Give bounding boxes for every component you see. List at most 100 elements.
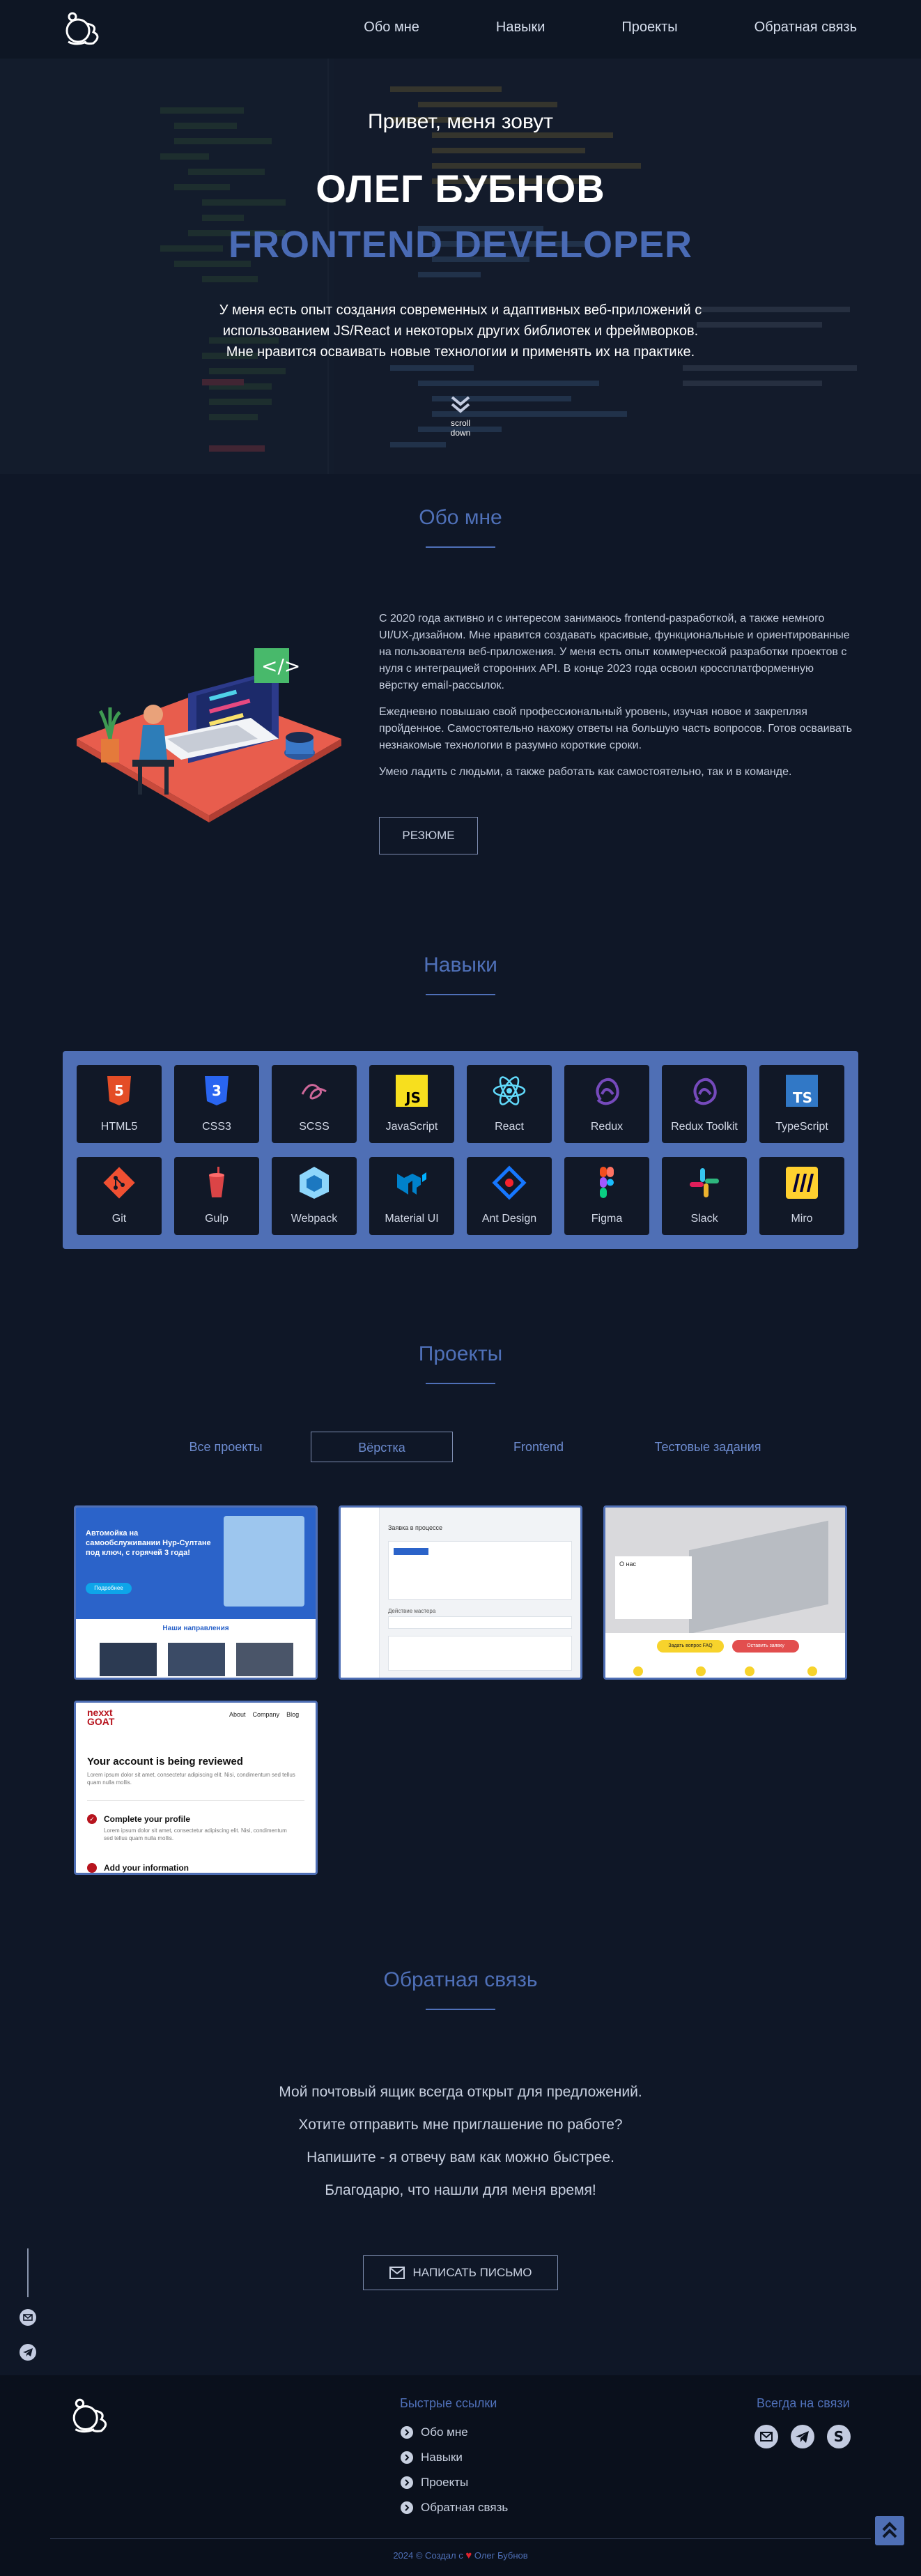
nav-link-projects[interactable]: Проекты [621, 20, 677, 36]
skill-label: React [495, 1121, 524, 1133]
skill-card-html5: 5 HTML5 [77, 1065, 162, 1143]
footer-link-projects[interactable]: Проекты [400, 2476, 468, 2490]
logo-icon[interactable] [63, 10, 105, 49]
scroll-down-link[interactable]: scroll down [440, 394, 481, 438]
gulp-icon [209, 1167, 224, 1197]
project-preview-step-title: Complete your profile [104, 1814, 191, 1824]
material-ui-icon [397, 1172, 426, 1195]
miro-icon [786, 1167, 818, 1199]
typescript-icon: TS [786, 1075, 818, 1107]
project-preview-heading: О нас [619, 1561, 636, 1567]
svg-text:3: 3 [212, 1082, 222, 1099]
skill-label: Miro [791, 1213, 813, 1225]
tab-frontend[interactable]: Frontend [492, 1432, 585, 1462]
project-preview-divider [87, 1800, 304, 1801]
footer-link-contact[interactable]: Обратная связь [400, 2501, 508, 2515]
project-preview-thumb [100, 1643, 157, 1676]
skill-label: TypeScript [775, 1121, 828, 1133]
project-preview-subheading: Действие мастера [388, 1608, 436, 1614]
chevrons-down-icon [451, 396, 470, 413]
project-card-dashboard[interactable]: Заявка в процессе Действие мастера [339, 1505, 582, 1680]
skill-label: SCSS [299, 1121, 330, 1133]
skill-label: Git [111, 1213, 127, 1225]
project-preview-subheading: Наши направления [162, 1625, 229, 1632]
project-card-carwash[interactable]: Автомойка на самообслуживании Нур-Султан… [74, 1505, 318, 1680]
svg-text:5: 5 [114, 1082, 124, 1099]
footer-links-title: Быстрые ссылки [400, 2396, 497, 2410]
skill-label: Material UI [385, 1213, 439, 1225]
footer-telegram-icon[interactable] [790, 2424, 815, 2449]
chevron-right-icon [401, 2501, 413, 2514]
skill-card-figma: Figma [564, 1157, 649, 1235]
slack-icon [690, 1168, 719, 1197]
footer-divider [50, 2538, 871, 2539]
git-icon [103, 1167, 135, 1199]
react-icon [493, 1076, 526, 1105]
skill-label: Gulp [205, 1213, 229, 1225]
hero-description-line: У меня есть опыт создания современных и … [219, 302, 702, 318]
css3-icon: 3 [205, 1076, 229, 1105]
skill-label: Webpack [291, 1213, 338, 1225]
skills-grid: 5 HTML5 3 CSS3 SCSS JS JavaScript React [63, 1051, 858, 1249]
footer-link-skills[interactable]: Навыки [400, 2451, 463, 2464]
footer-logo-icon[interactable] [70, 2396, 113, 2437]
skill-label: CSS3 [202, 1121, 231, 1133]
contact-text: Мой почтовый ящик всегда открыт для пред… [0, 2084, 921, 2215]
skill-card-javascript: JS JavaScript [369, 1065, 454, 1143]
footer-mail-icon[interactable] [754, 2424, 779, 2449]
html5-icon: 5 [107, 1076, 131, 1105]
chevron-right-icon [401, 2451, 413, 2464]
project-card-nexxt-goat[interactable]: nexxt GOAT About Company Blog Your accou… [74, 1701, 318, 1875]
nav-link-about[interactable]: Обо мне [364, 20, 419, 36]
site-header: Обо мне Навыки Проекты Обратная связь [0, 0, 921, 59]
contact-line: Хотите отправить мне приглашение по рабо… [298, 2117, 623, 2133]
mail-icon[interactable] [19, 2308, 37, 2326]
project-preview-body: Lorem ipsum dolor sit amet, consectetur … [87, 1772, 295, 1786]
skill-card-miro: Miro [759, 1157, 844, 1235]
svg-text:JS: JS [404, 1089, 421, 1106]
project-card-about-us[interactable]: О нас Задать вопрос FAQ Оставить заявку [603, 1505, 847, 1680]
redux-toolkit-icon [693, 1078, 717, 1105]
footer-link-about[interactable]: Обо мне [400, 2425, 468, 2439]
webpack-icon [300, 1167, 329, 1199]
skill-card-git: Git [77, 1157, 162, 1235]
contact-title-underline [426, 2009, 495, 2010]
contact-line: Напишите - я отвечу вам как можно быстре… [307, 2149, 614, 2165]
resume-button[interactable]: РЕЗЮМЕ [379, 817, 478, 854]
check-icon: ✓ [87, 1814, 97, 1824]
skill-card-ant-design: Ant Design [467, 1157, 552, 1235]
footer-social-title: Всегда на связи [757, 2396, 850, 2410]
project-preview-card: О нас [615, 1556, 692, 1619]
project-preview-nav-item: Blog [286, 1711, 300, 1718]
skill-label: JavaScript [385, 1121, 438, 1133]
tab-layout[interactable]: Вёрстка [311, 1432, 453, 1462]
nav-link-skills[interactable]: Навыки [496, 20, 545, 36]
scroll-to-top-button[interactable] [875, 2516, 904, 2545]
copyright: 2024 © Создал с ♥ Олег Бубнов [0, 2550, 921, 2561]
tab-test-tasks[interactable]: Тестовые задания [624, 1432, 791, 1462]
project-preview-nav-item: Company [252, 1711, 280, 1718]
about-title: Обо мне [419, 506, 502, 529]
skill-label: Figma [591, 1213, 623, 1225]
main-nav: Обо мне Навыки Проекты Обратная связь [287, 20, 857, 36]
nav-link-contact[interactable]: Обратная связь [754, 20, 857, 36]
project-preview-row [388, 1616, 572, 1629]
project-preview-photo [224, 1516, 304, 1607]
contact-line: Благодарю, что нашли для меня время! [325, 2182, 596, 2198]
project-preview-step-title: Add your information [104, 1863, 189, 1873]
skill-label: Redux [590, 1121, 624, 1133]
copyright-prefix: 2024 © Создал с [393, 2550, 463, 2561]
telegram-icon[interactable] [19, 2343, 37, 2361]
contact-line: Мой почтовый ящик всегда открыт для пред… [279, 2084, 642, 2100]
skill-card-react: React [467, 1065, 552, 1143]
figma-icon [600, 1167, 614, 1198]
write-letter-button[interactable]: НАПИСАТЬ ПИСЬМО [363, 2255, 558, 2290]
footer-link-label: Обратная связь [421, 2501, 509, 2514]
project-preview-heading: Автомойка на самообслуживании Нур-Султан… [86, 1529, 211, 1557]
project-preview-step-body: Lorem ipsum dolor sit amet, consectetur … [104, 1827, 287, 1841]
footer-skype-icon[interactable]: S [826, 2424, 851, 2449]
tab-all-projects[interactable]: Все проекты [170, 1432, 281, 1462]
javascript-icon: JS [396, 1075, 428, 1107]
projects-title-underline [426, 1383, 495, 1384]
envelope-icon [389, 2267, 405, 2279]
